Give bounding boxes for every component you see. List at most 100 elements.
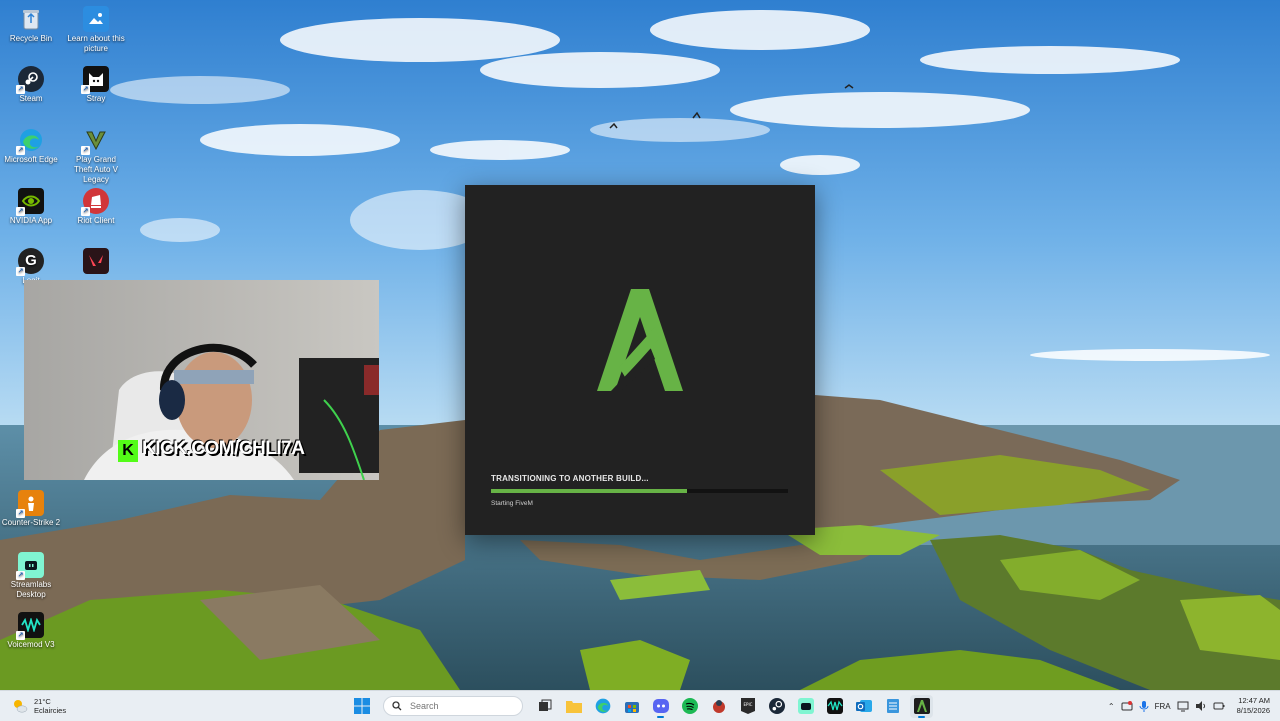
taskbar-clock[interactable]: 12:47 AM 8/15/2026 [1237,696,1270,716]
notepad-icon [886,699,899,713]
taskbar-apps: EPIC [350,694,933,718]
taskbar: 21°C Eclaircies Search EPIC ⌃ FRA 12:47 … [0,690,1280,721]
desktop-icon-label: NVIDIA App [9,216,53,225]
search-icon [392,701,402,711]
desktop-icon-label: Stray [86,94,106,103]
svg-text:EPIC: EPIC [743,702,752,707]
weather-condition: Eclaircies [34,706,67,715]
search-input[interactable] [408,700,512,712]
nvidia-icon: ↗ [16,188,44,216]
file-explorer-button[interactable] [562,695,585,718]
steam-taskbar-button[interactable] [765,695,788,718]
outlook-icon [855,700,872,712]
desktop-icon-label: Voicemod V3 [7,640,55,649]
task-view-button[interactable] [533,695,556,718]
microphone-icon[interactable] [1139,700,1149,712]
desktop-icon-label: Learn about this picture [67,34,125,53]
outlook-button[interactable] [852,695,875,718]
voicemod-taskbar-button[interactable] [823,695,846,718]
shortcut-arrow-icon: ↗ [16,571,25,580]
gta-icon: ↗ [81,127,109,155]
spotify-icon [681,698,698,714]
partly-cloudy-icon [14,700,28,713]
webcam-overlay-text: KICK.COM/CHLI7A [142,438,305,459]
kick-logo-icon: K [118,440,138,462]
shortcut-arrow-icon: ↗ [81,207,90,216]
desktop-icon-valorant[interactable] [66,248,126,276]
edge-icon: ↗ [16,127,44,155]
fivem-icon [913,698,930,714]
shortcut-arrow-icon: ↗ [81,85,90,94]
loader-progress-fill [491,489,688,493]
weather-temp: 21°C [34,697,51,706]
chevron-up-icon[interactable]: ⌃ [1108,702,1115,711]
desktop-icon-steam[interactable]: ↗ Steam [1,66,61,104]
streamlabs-taskbar-button[interactable] [794,695,817,718]
volume-icon[interactable] [1195,700,1207,712]
desktop-icon-label: Counter-Strike 2 [1,518,61,527]
streamlabs-icon [797,698,814,714]
desktop-icon-edge[interactable]: ↗ Microsoft Edge [1,127,61,165]
taskbar-search[interactable] [383,696,523,716]
tray-app-icon[interactable] [1121,700,1133,712]
stray-icon: ↗ [81,66,109,94]
store-icon [624,702,639,713]
epic-games-icon: EPIC [740,698,755,714]
desktop-icon-voicemod[interactable]: ↗ Voicemod V3 [1,612,61,650]
edge-icon [595,698,610,714]
spotify-button[interactable] [678,695,701,718]
steam-icon: ↗ [16,66,44,94]
fivem-taskbar-button[interactable] [910,694,933,718]
fivem-logo-icon [597,289,683,391]
desktop-icon-label: Recycle Bin [9,34,53,43]
notepad-button[interactable] [881,695,904,718]
task-view-icon [538,699,551,711]
game-button[interactable] [707,695,730,718]
network-icon[interactable] [1177,700,1189,712]
voicemod-icon [826,698,843,714]
store-button[interactable] [620,695,643,718]
epic-games-button[interactable]: EPIC [736,695,759,718]
desktop-icon-nvidia[interactable]: ↗ NVIDIA App [1,188,61,226]
discord-icon [652,699,669,713]
discord-button[interactable] [649,695,672,718]
start-button[interactable] [350,695,373,718]
desktop-icon-recycle-bin[interactable]: Recycle Bin [1,6,61,44]
desktop-icon-label: Riot Client [77,216,115,225]
windows-start-icon [353,698,370,714]
desktop-icon-streamlabs[interactable]: ↗ Streamlabs Desktop [1,552,61,600]
desktop-icon-label: Play Grand Theft Auto V Legacy [73,155,119,184]
riot-icon: ↗ [81,188,109,216]
valorant-icon [83,248,109,274]
system-tray: ⌃ FRA 12:47 AM 8/15/2026 [1108,694,1270,718]
cs2-icon: ↗ [16,490,44,518]
desktop-icon-label: Steam [19,94,43,103]
desktop-icon-stray[interactable]: ↗ Stray [66,66,126,104]
clock-time: 12:47 AM [1238,696,1270,705]
shortcut-arrow-icon: ↗ [16,207,25,216]
logitech-icon: G ↗ [16,248,44,276]
loader-progress-bar [491,489,788,493]
loader-status-text: TRANSITIONING TO ANOTHER BUILD... [491,474,649,483]
shortcut-arrow-icon: ↗ [16,85,25,94]
loader-substatus-text: Starting FiveM [491,500,533,507]
desktop-icon-cs2[interactable]: ↗ Counter-Strike 2 [1,490,61,528]
fivem-loader-window: TRANSITIONING TO ANOTHER BUILD... Starti… [465,185,815,535]
picture-info-icon [83,6,109,32]
voicemod-icon: ↗ [16,612,44,640]
weather-widget[interactable]: 21°C Eclaircies [12,694,66,718]
desktop-icon-riot[interactable]: ↗ Riot Client [66,188,126,226]
desktop-icon-label: Microsoft Edge [4,155,58,164]
shortcut-arrow-icon: ↗ [16,509,25,518]
streamlabs-icon: ↗ [16,552,44,580]
shortcut-arrow-icon: ↗ [16,146,25,155]
edge-taskbar-button[interactable] [591,695,614,718]
battery-icon[interactable] [1213,700,1225,712]
file-explorer-icon [565,701,582,713]
shortcut-arrow-icon: ↗ [16,267,25,276]
steam-icon [768,698,785,714]
desktop-icon-learn-picture[interactable]: Learn about this picture [66,6,126,54]
shortcut-arrow-icon: ↗ [81,146,90,155]
language-indicator[interactable]: FRA [1155,702,1171,711]
desktop-icon-gta[interactable]: ↗ Play Grand Theft Auto V Legacy [66,127,126,185]
